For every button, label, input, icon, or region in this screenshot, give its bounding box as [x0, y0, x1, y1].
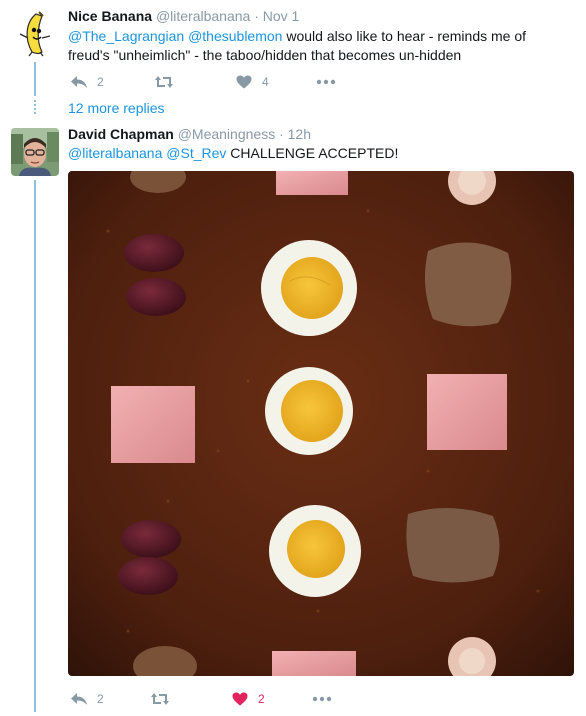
thread-line-bottom: [34, 180, 36, 712]
like-button[interactable]: 2: [232, 692, 312, 706]
display-name[interactable]: Nice Banana: [68, 8, 152, 24]
more-button[interactable]: [312, 696, 332, 702]
tweet-text-line2: freud's "unheimlich" - the taboo/hidden …: [68, 47, 462, 63]
timestamp[interactable]: · 12h: [279, 126, 311, 142]
tweet-actions: 2 2: [70, 692, 332, 706]
more-dots-icon: [316, 79, 336, 85]
thread-line-top: [34, 62, 36, 96]
reply-button[interactable]: 2: [70, 75, 154, 89]
avatar-nice-banana[interactable]: [12, 8, 60, 58]
tweet-text: @The_Lagrangian @thesublemon would also …: [68, 27, 573, 65]
like-count: 2: [258, 692, 265, 706]
user-handle[interactable]: @Meaningness: [178, 126, 276, 142]
mention-link[interactable]: @St_Rev: [166, 145, 226, 161]
reply-count: 2: [97, 75, 104, 89]
tweet-header: Nice Banana @literalbanana · Nov 1: [68, 8, 299, 24]
display-name[interactable]: David Chapman: [68, 126, 174, 142]
tweet-photo[interactable]: [68, 171, 574, 676]
avatar-david-chapman[interactable]: [11, 128, 59, 176]
thread-line-dots: [34, 100, 36, 114]
heart-icon: [232, 692, 248, 706]
food-arrangement-photo: [68, 171, 574, 676]
reply-button[interactable]: 2: [70, 692, 150, 706]
banana-avatar-icon: [12, 8, 60, 58]
tweet-text-line1: would also like to hear - reminds me of: [282, 28, 527, 44]
tweet-text-body: CHALLENGE ACCEPTED!: [226, 145, 399, 161]
more-dots-icon: [312, 696, 332, 702]
heart-icon: [236, 75, 252, 89]
tweet-header: David Chapman @Meaningness · 12h: [68, 126, 311, 142]
timestamp[interactable]: · Nov 1: [254, 8, 299, 24]
retweet-button[interactable]: [150, 692, 232, 706]
reply-count: 2: [97, 692, 104, 706]
mention-link[interactable]: @The_Lagrangian: [68, 28, 184, 44]
more-button[interactable]: [316, 79, 336, 85]
like-button[interactable]: 4: [236, 75, 316, 89]
user-handle[interactable]: @literalbanana: [156, 8, 250, 24]
reply-icon: [71, 76, 87, 88]
profile-photo: [11, 128, 59, 176]
tweet-actions: 2 4: [70, 75, 336, 89]
tweet-text: @literalbanana @St_Rev CHALLENGE ACCEPTE…: [68, 144, 573, 163]
retweet-icon: [151, 693, 169, 705]
mention-link[interactable]: @literalbanana: [68, 145, 162, 161]
mention-link[interactable]: @thesublemon: [188, 28, 282, 44]
retweet-button[interactable]: [154, 75, 236, 89]
more-replies-link[interactable]: 12 more replies: [68, 100, 165, 116]
retweet-icon: [155, 76, 173, 88]
reply-icon: [71, 693, 87, 705]
like-count: 4: [262, 75, 269, 89]
